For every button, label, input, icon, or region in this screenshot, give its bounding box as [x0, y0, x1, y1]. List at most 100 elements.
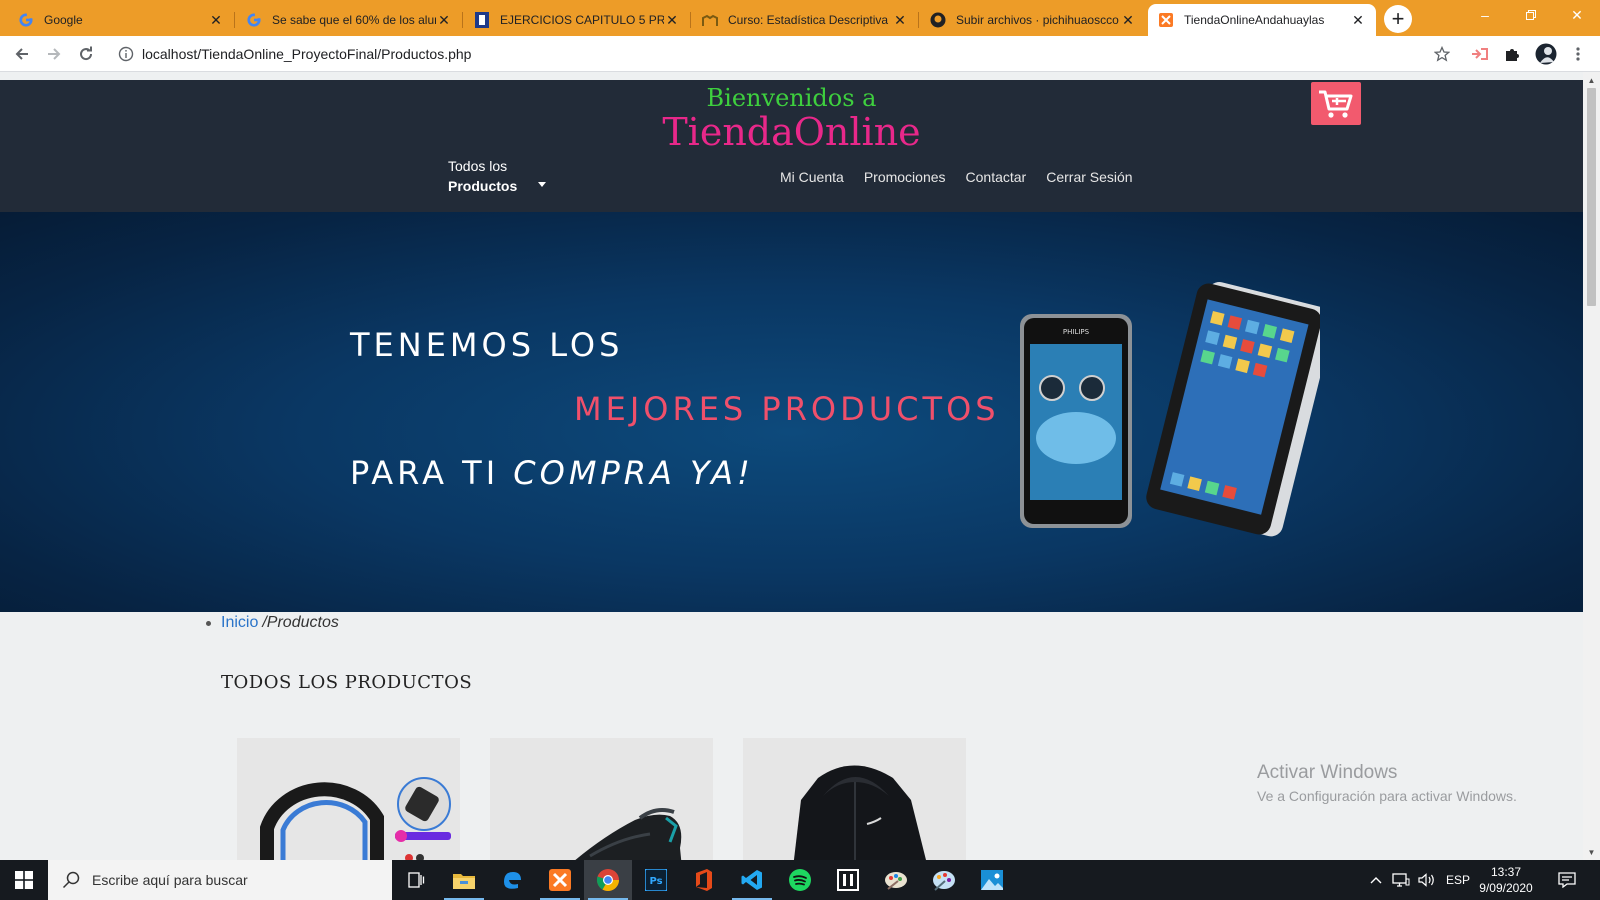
windows-activation-watermark: Activar Windows Ve a Configuración para …: [1257, 762, 1517, 804]
xampp-icon[interactable]: [536, 860, 584, 900]
volume-icon[interactable]: [1418, 860, 1436, 900]
chrome-menu-icon[interactable]: [1566, 42, 1590, 66]
windows-start-icon[interactable]: [0, 860, 48, 900]
restore-icon[interactable]: [1508, 0, 1554, 30]
hero-line-3b: COMPRA YA!: [513, 454, 754, 492]
spotify-icon[interactable]: [776, 860, 824, 900]
paint-icon[interactable]: [872, 860, 920, 900]
tab-tiendaonline[interactable]: TiendaOnlineAndahuaylas ✕: [1148, 4, 1376, 36]
breadcrumb: Inicio /Productos: [206, 614, 339, 632]
hero-line-3a: PARA TI: [350, 454, 514, 492]
tab-google-search[interactable]: Se sabe que el 60% de los alum ✕: [236, 4, 463, 36]
tab-title: Google: [44, 13, 83, 27]
scroll-up-icon[interactable]: ▲: [1583, 72, 1600, 88]
google-icon: [246, 12, 262, 28]
page-scrollbar[interactable]: ▲ ▼: [1583, 72, 1600, 860]
all-products-menu[interactable]: Todos los Productos: [448, 156, 546, 196]
tab-title: Curso: Estadística Descriptiva: [728, 13, 889, 27]
extension-cast-icon[interactable]: [1468, 42, 1492, 66]
headphones-image: [260, 777, 451, 860]
taskbar-search-box[interactable]: Escribe aquí para buscar: [48, 860, 392, 900]
edge-icon[interactable]: [488, 860, 536, 900]
nav-promociones[interactable]: Promociones: [864, 169, 946, 185]
network-icon[interactable]: [1392, 860, 1410, 900]
tab-title: Se sabe que el 60% de los alum: [272, 13, 436, 27]
tab-title: Subir archivos · pichihuaoscco: [956, 13, 1119, 27]
back-icon[interactable]: [10, 42, 34, 66]
product-card-sneaker[interactable]: [490, 738, 713, 860]
google-icon: [18, 12, 34, 28]
extensions-puzzle-icon[interactable]: [1500, 42, 1524, 66]
tab-title: EJERCICIOS CAPITULO 5 PROB: [500, 13, 664, 27]
profile-avatar[interactable]: [1534, 42, 1558, 66]
scrollbar-thumb[interactable]: [1587, 88, 1596, 306]
bookmark-star-icon[interactable]: [1430, 42, 1454, 66]
close-icon[interactable]: ✕: [892, 12, 908, 28]
windows-taskbar: Escribe aquí para buscar Ps ESP 13:37 9/…: [0, 860, 1600, 900]
show-hidden-icons[interactable]: [1370, 860, 1382, 900]
tab-google[interactable]: Google ✕: [8, 4, 235, 36]
browser-toolbar: localhost/TiendaOnline_ProyectoFinal/Pro…: [0, 36, 1600, 72]
hero-line-3: PARA TI COMPRA YA!: [350, 454, 754, 492]
search-placeholder: Escribe aquí para buscar: [92, 872, 248, 888]
github-icon: [930, 12, 946, 28]
info-icon[interactable]: [118, 46, 134, 62]
close-window-icon[interactable]: ✕: [1554, 0, 1600, 30]
jacket-image: [793, 765, 926, 860]
tab-document[interactable]: EJERCICIOS CAPITULO 5 PROB ✕: [464, 4, 691, 36]
office-icon[interactable]: [680, 860, 728, 900]
file-explorer-icon[interactable]: [440, 860, 488, 900]
nav-contactar[interactable]: Contactar: [966, 169, 1027, 185]
svg-text:Ps: Ps: [649, 876, 662, 887]
url-text: localhost/TiendaOnline_ProyectoFinal/Pro…: [142, 46, 472, 62]
new-tab-button[interactable]: +: [1384, 5, 1412, 33]
tab-github[interactable]: Subir archivos · pichihuaoscco ✕: [920, 4, 1146, 36]
vscode-icon[interactable]: [728, 860, 776, 900]
page-viewport: Bienvenidos a TiendaOnline Todos los Pro…: [0, 72, 1583, 860]
language-indicator[interactable]: ESP: [1446, 860, 1470, 900]
main-nav: Mi Cuenta Promociones Contactar Cerrar S…: [780, 169, 1133, 185]
photos-icon[interactable]: [968, 860, 1016, 900]
photoshop-icon[interactable]: Ps: [632, 860, 680, 900]
bullet-icon: [206, 620, 211, 626]
cart-button[interactable]: [1311, 82, 1361, 125]
minimize-icon[interactable]: –: [1462, 0, 1508, 30]
watermark-subtitle: Ve a Configuración para activar Windows.: [1257, 788, 1517, 804]
close-icon[interactable]: ✕: [664, 12, 680, 28]
close-icon[interactable]: ✕: [436, 12, 452, 28]
product-card-jacket[interactable]: [743, 738, 966, 860]
devices-image: PHILIPS: [1020, 278, 1320, 538]
menu-all-label-1: Todos los: [448, 158, 508, 174]
tab-moodle[interactable]: Curso: Estadística Descriptiva ✕: [692, 4, 919, 36]
sneaker-image: [575, 808, 682, 860]
tab-strip: Google ✕ Se sabe que el 60% de los alum …: [0, 0, 1600, 36]
site-header: Bienvenidos a TiendaOnline Todos los Pro…: [0, 80, 1583, 212]
scroll-down-icon[interactable]: ▼: [1583, 844, 1600, 860]
nav-cerrar-sesion[interactable]: Cerrar Sesión: [1046, 169, 1132, 185]
moodle-icon: [702, 12, 718, 28]
notifications-icon[interactable]: [1558, 860, 1576, 900]
taskbar-clock[interactable]: 13:37 9/09/2020: [1476, 864, 1536, 896]
product-card-headphones[interactable]: [237, 738, 460, 860]
breadcrumb-current: /Productos: [262, 614, 339, 631]
forward-icon[interactable]: [42, 42, 66, 66]
hero-line-1: TENEMOS LOS: [350, 326, 624, 364]
breadcrumb-home-link[interactable]: Inicio: [221, 614, 258, 632]
paint-3d-icon[interactable]: [920, 860, 968, 900]
svg-text:PHILIPS: PHILIPS: [1063, 328, 1090, 336]
menu-all-label-2: Productos: [448, 178, 518, 194]
close-icon[interactable]: ✕: [1350, 12, 1366, 28]
nav-mi-cuenta[interactable]: Mi Cuenta: [780, 169, 844, 185]
close-icon[interactable]: ✕: [208, 12, 224, 28]
task-view-icon[interactable]: [392, 860, 440, 900]
reload-icon[interactable]: [74, 42, 98, 66]
close-icon[interactable]: ✕: [1120, 12, 1136, 28]
xampp-icon: [1158, 12, 1174, 28]
watermark-title: Activar Windows: [1257, 762, 1398, 783]
app-icon[interactable]: [824, 860, 872, 900]
clock-time: 13:37: [1490, 865, 1522, 879]
shopping-cart-icon: [1318, 89, 1354, 119]
address-bar[interactable]: localhost/TiendaOnline_ProyectoFinal/Pro…: [108, 39, 1460, 69]
chrome-icon[interactable]: [584, 860, 632, 900]
document-icon: [474, 12, 490, 28]
